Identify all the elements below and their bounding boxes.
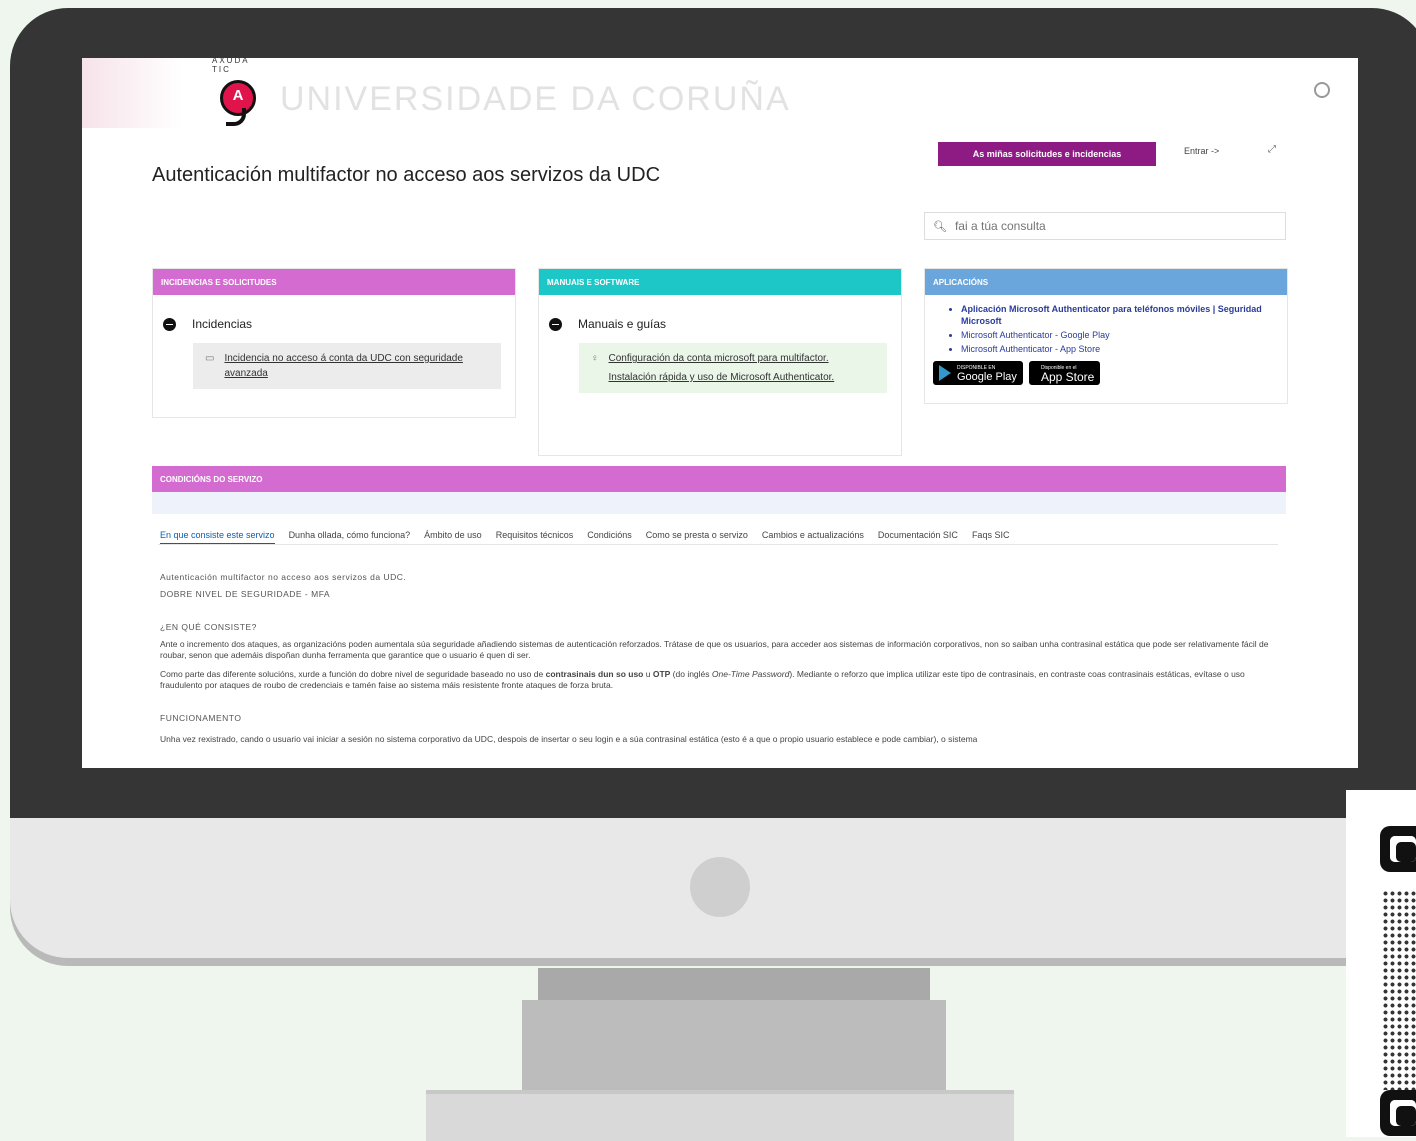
collapse-icon[interactable] (163, 317, 176, 331)
conditions-tabs: En que consiste este servizo Dunha ollad… (160, 530, 1009, 544)
app-links: Aplicación Microsoft Authenticator para … (935, 303, 1287, 355)
question-heading: ¿EN QUÉ CONSISTE? (160, 622, 257, 632)
monitor-stand-neck (538, 968, 930, 1000)
p2-part-c: u (643, 669, 653, 679)
guide-link-config[interactable]: Configuración da conta microsoft para mu… (609, 351, 835, 366)
card-header: INCIDENCIAS E SOLICITUDES (153, 269, 515, 295)
tab-cambios[interactable]: Cambios e actualizacións (762, 530, 864, 544)
p2-bold-otp-desc: contrasinais dun so uso (545, 669, 644, 679)
google-play-icon (939, 365, 951, 381)
manuais-items: ♀ Configuración da conta microsoft para … (579, 343, 887, 393)
incidencia-link[interactable]: Incidencia no acceso á conta da UDC con … (224, 351, 489, 381)
p2-italic: One-Time Password (711, 669, 790, 679)
p2-part-e: (do inglés (670, 669, 712, 679)
logo-glyph: A (232, 87, 244, 104)
search-box[interactable]: 🔍︎ (924, 212, 1286, 240)
card-manuais: MANUAIS E SOFTWARE Manuais e guías ♀ Con… (538, 268, 902, 456)
monitor-stand (522, 1000, 946, 1090)
tab-dunha-ollada[interactable]: Dunha ollada, cómo funciona? (289, 530, 411, 544)
tab-como-se-presta[interactable]: Como se presta o servizo (646, 530, 748, 544)
google-play-badge[interactable]: DISPONIBLE EN Google Play (933, 361, 1023, 385)
my-requests-button[interactable]: As miñas solicitudes e incidencias (938, 142, 1156, 166)
qr-code (1346, 790, 1416, 1137)
tab-faqs[interactable]: Faqs SIC (972, 530, 1010, 544)
google-badge-label: Google Play (957, 371, 1017, 383)
banner-decoration (82, 58, 182, 128)
p2-bold-otp: OTP (652, 669, 671, 679)
tab-en-que-consiste[interactable]: En que consiste este servizo (160, 530, 275, 544)
logo-hook (226, 108, 246, 126)
apple-badge-label: App Store (1040, 370, 1095, 384)
axuda-tic-logo[interactable]: AXUDA TIC A (212, 58, 272, 130)
card-header: MANUAIS E SOFTWARE (539, 269, 901, 295)
search-icon: 🔍︎ (933, 220, 947, 233)
conditions-subbar (152, 492, 1286, 514)
collapse-icon[interactable] (549, 317, 562, 331)
card-aplicacions: APLICACIÓNS Aplicación Microsoft Authent… (924, 268, 1288, 404)
card-incidencias: INCIDENCIAS E SOLICITUDES Incidencias ▭ … (152, 268, 516, 418)
section-incidencias[interactable]: Incidencias (163, 317, 515, 331)
section-label: Incidencias (192, 317, 253, 331)
app-link-app-store[interactable]: Microsoft Authenticator - App Store (961, 343, 1287, 355)
tab-requisitos[interactable]: Requisitos técnicos (496, 530, 574, 544)
paragraph-1: Ante o incremento dos ataques, as organi… (160, 639, 1269, 660)
card-header: APLICACIÓNS (925, 269, 1287, 295)
section-label: Manuais e guías (578, 317, 667, 331)
subtitle-text: DOBRE NIVEL DE SEGURIDADE - MFA (160, 589, 331, 599)
incidencia-item[interactable]: ▭ Incidencia no acceso á conta da UDC co… (193, 343, 501, 389)
monitor-camera (690, 857, 750, 917)
funcionamento-heading: FUNCIONAMENTO (160, 713, 242, 723)
browser-screen: AXUDA TIC A UNIVERSIDADE DA CORUÑA Auten… (82, 58, 1358, 768)
section-manuais[interactable]: Manuais e guías (549, 317, 901, 331)
app-link-google-play[interactable]: Microsoft Authenticator - Google Play (961, 329, 1287, 341)
lightbulb-icon: ♀ (591, 353, 599, 364)
paragraph-3: Unha vez rexistrado, cando o usuario vai… (160, 734, 978, 744)
page-title: Autenticación multifactor no acceso aos … (152, 164, 661, 186)
search-input[interactable] (952, 218, 1277, 234)
tab-ambito[interactable]: Ámbito de uso (424, 530, 482, 544)
user-icon[interactable] (1314, 82, 1330, 98)
app-store-badge[interactable]: Disponible en el App Store (1028, 361, 1101, 385)
tab-condicions[interactable]: Condicións (587, 530, 632, 544)
guide-link-install[interactable]: Instalación rápida y uso de Microsoft Au… (609, 370, 835, 385)
p2-part-a: Como parte das diferente solucións, xurd… (160, 669, 546, 679)
app-link-authenticator[interactable]: Aplicación Microsoft Authenticator para … (961, 303, 1287, 327)
logo-arc-text: AXUDA TIC (212, 58, 250, 74)
comment-icon: ▭ (205, 353, 215, 364)
monitor-stand-base (426, 1090, 1014, 1141)
conditions-content: Autenticación multifactor no acceso aos … (160, 572, 1284, 745)
university-name: UNIVERSIDADE DA CORUÑA (280, 80, 791, 118)
tab-divider (158, 544, 1278, 545)
login-link[interactable]: Entrar -> (1184, 146, 1219, 156)
expand-icon[interactable]: ⤢ (1268, 144, 1276, 155)
tab-documentacion[interactable]: Documentación SIC (878, 530, 958, 544)
intro-text: Autenticación multifactor no acceso aos … (160, 572, 407, 582)
conditions-header: CONDICIÓNS DO SERVIZO (152, 466, 1286, 492)
paragraph-2: Como parte das diferente solucións, xurd… (160, 669, 1284, 691)
